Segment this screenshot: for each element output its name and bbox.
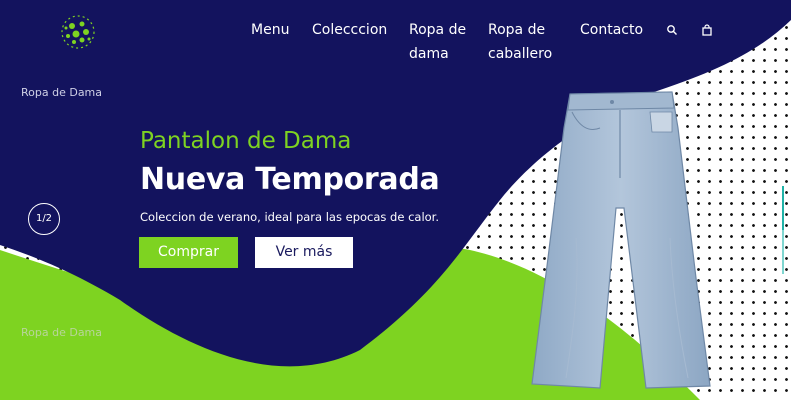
nav-item-label: Colecccion [312, 22, 388, 38]
slide-counter[interactable]: 1/2 [28, 203, 60, 235]
nav-item-label: Ropa de [409, 22, 467, 38]
ver-mas-button[interactable]: Ver más [255, 237, 353, 268]
nav-item-coleccion[interactable]: Colecccion [312, 18, 387, 42]
side-category-label-faded: Ropa de Dama [21, 326, 103, 339]
hero-banner: Menu Colecccion Ropa de dama Ropa de cab… [0, 0, 791, 400]
nav-item-ropa-de-dama[interactable]: Ropa de dama [409, 18, 466, 66]
search-icon[interactable] [666, 24, 678, 36]
nav-item-label: dama [409, 46, 449, 62]
nav-item-menu[interactable]: Menu [251, 18, 289, 42]
nav-item-contacto[interactable]: Contacto [580, 18, 643, 42]
nav-item-ropa-de-caballero[interactable]: Ropa de caballero [488, 18, 552, 66]
comprar-button[interactable]: Comprar [139, 237, 238, 268]
shopping-bag-icon[interactable] [701, 24, 713, 36]
slider-progress-bar [782, 186, 784, 274]
nav-item-label: caballero [488, 46, 553, 62]
slider-progress-fill [782, 186, 784, 230]
hero-subtitle: Coleccion de verano, ideal para las epoc… [140, 210, 439, 224]
nav-item-label: Ropa de [488, 22, 546, 38]
hero-eyebrow: Pantalon de Dama [140, 128, 352, 154]
nav-item-label: Contacto [580, 22, 644, 38]
main-navigation: Menu Colecccion Ropa de dama Ropa de cab… [0, 18, 791, 78]
side-category-label: Ropa de Dama [21, 86, 103, 99]
hero-title: Nueva Temporada [140, 162, 440, 197]
nav-item-label: Menu [251, 22, 290, 38]
jeans-product-image [531, 91, 711, 389]
